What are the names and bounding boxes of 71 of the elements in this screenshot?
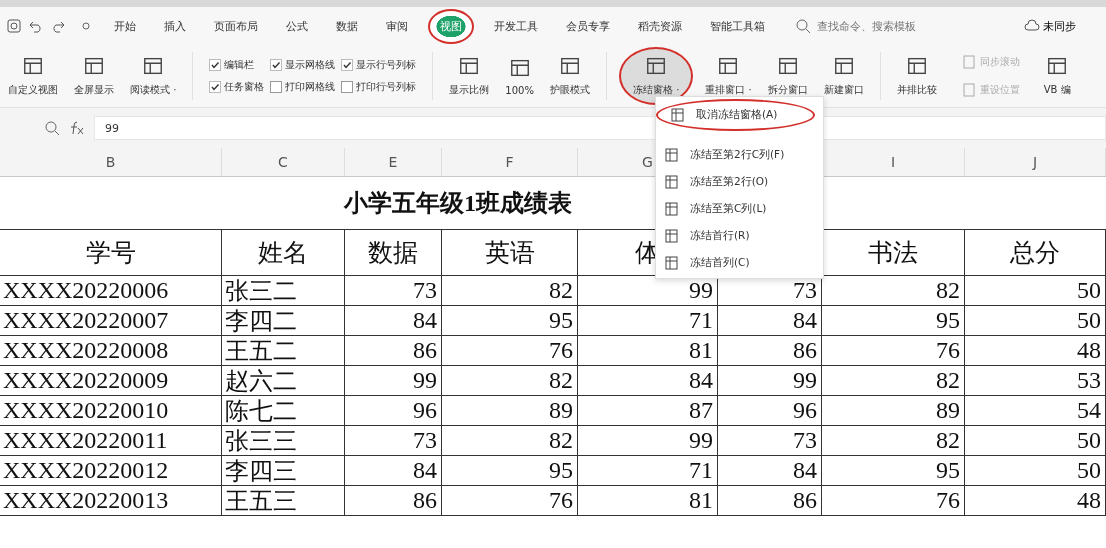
- table-cell: 96: [793, 397, 817, 424]
- header-cell-text: 总分: [1010, 238, 1060, 268]
- header-cell-text: 书法: [868, 238, 918, 268]
- table-cell: XXXX20220008: [3, 337, 169, 364]
- table-cell: XXXX20220013: [3, 487, 169, 514]
- table-cell: 82: [549, 277, 573, 304]
- table-cell: 76: [549, 337, 573, 364]
- table-cell: 86: [793, 337, 817, 364]
- table-cell: 陈七二: [225, 396, 297, 425]
- sheet-title: 小学五年级1班成绩表: [344, 189, 572, 218]
- table-cell: 48: [1077, 337, 1101, 364]
- table-cell: XXXX20220006: [3, 277, 169, 304]
- table-cell: 48: [1077, 487, 1101, 514]
- table-cell: 李四二: [225, 306, 297, 335]
- table-cell: 84: [793, 307, 817, 334]
- table-cell: 89: [549, 397, 573, 424]
- table-cell: 53: [1077, 367, 1101, 394]
- table-cell: 84: [413, 307, 437, 334]
- table-cell: 86: [413, 337, 437, 364]
- table-cell: 54: [1077, 397, 1101, 424]
- table-cell: 82: [549, 427, 573, 454]
- table-cell: 99: [689, 427, 713, 454]
- header-cell-text: 英语: [484, 238, 535, 268]
- table-cell: 张三二: [225, 276, 297, 305]
- table-cell: 73: [413, 277, 437, 304]
- table-cell: XXXX20220007: [3, 307, 169, 334]
- table-cell: 张三三: [225, 426, 297, 455]
- table-cell: 50: [1077, 307, 1101, 334]
- table-cell: 84: [793, 457, 817, 484]
- header-cell-text: 学号: [85, 238, 136, 268]
- table-cell: 王五二: [225, 336, 297, 365]
- table-cell: 82: [936, 367, 960, 394]
- table-cell: 50: [1077, 427, 1101, 454]
- table-cell: 81: [689, 337, 713, 364]
- table-cell: 87: [689, 397, 713, 424]
- table-cell: 95: [549, 307, 573, 334]
- table-cell: 71: [689, 457, 713, 484]
- table-cell: 73: [413, 427, 437, 454]
- header-cell-text: 姓名: [258, 238, 308, 268]
- table-cell: 81: [689, 487, 713, 514]
- table-cell: 95: [936, 457, 960, 484]
- table-cell: 95: [549, 457, 573, 484]
- table-cell: 82: [936, 277, 960, 304]
- table-cell: XXXX20220009: [3, 367, 169, 394]
- table-cell: 82: [549, 367, 573, 394]
- table-cell: 李四三: [225, 456, 297, 485]
- table-cell: 王五三: [225, 486, 297, 515]
- table-cell: XXXX20220012: [3, 457, 169, 484]
- table-cell: 84: [413, 457, 437, 484]
- table-cell: 76: [549, 487, 573, 514]
- table-cell: 86: [793, 487, 817, 514]
- table-cell: 50: [1077, 457, 1101, 484]
- table-cell: 95: [936, 307, 960, 334]
- table-cell: XXXX20220010: [3, 397, 169, 424]
- table-cell: 71: [689, 307, 713, 334]
- table-cell: 99: [793, 367, 817, 394]
- table-cell: 50: [1077, 277, 1101, 304]
- table-cell: XXXX20220011: [3, 427, 168, 454]
- header-cell-text: 数据: [368, 238, 418, 268]
- table-cell: 96: [413, 397, 437, 424]
- table-cell: 82: [936, 427, 960, 454]
- table-cell: 86: [413, 487, 437, 514]
- table-cell: 赵六二: [225, 366, 297, 395]
- table-cell: 73: [793, 427, 817, 454]
- table-cell: 99: [689, 277, 713, 304]
- table-cell: 76: [936, 487, 960, 514]
- table-cell: 73: [793, 277, 817, 304]
- table-cell: 99: [413, 367, 437, 394]
- table-cell: 84: [689, 367, 713, 394]
- table-cell: 89: [936, 397, 960, 424]
- table-cell: 76: [936, 337, 960, 364]
